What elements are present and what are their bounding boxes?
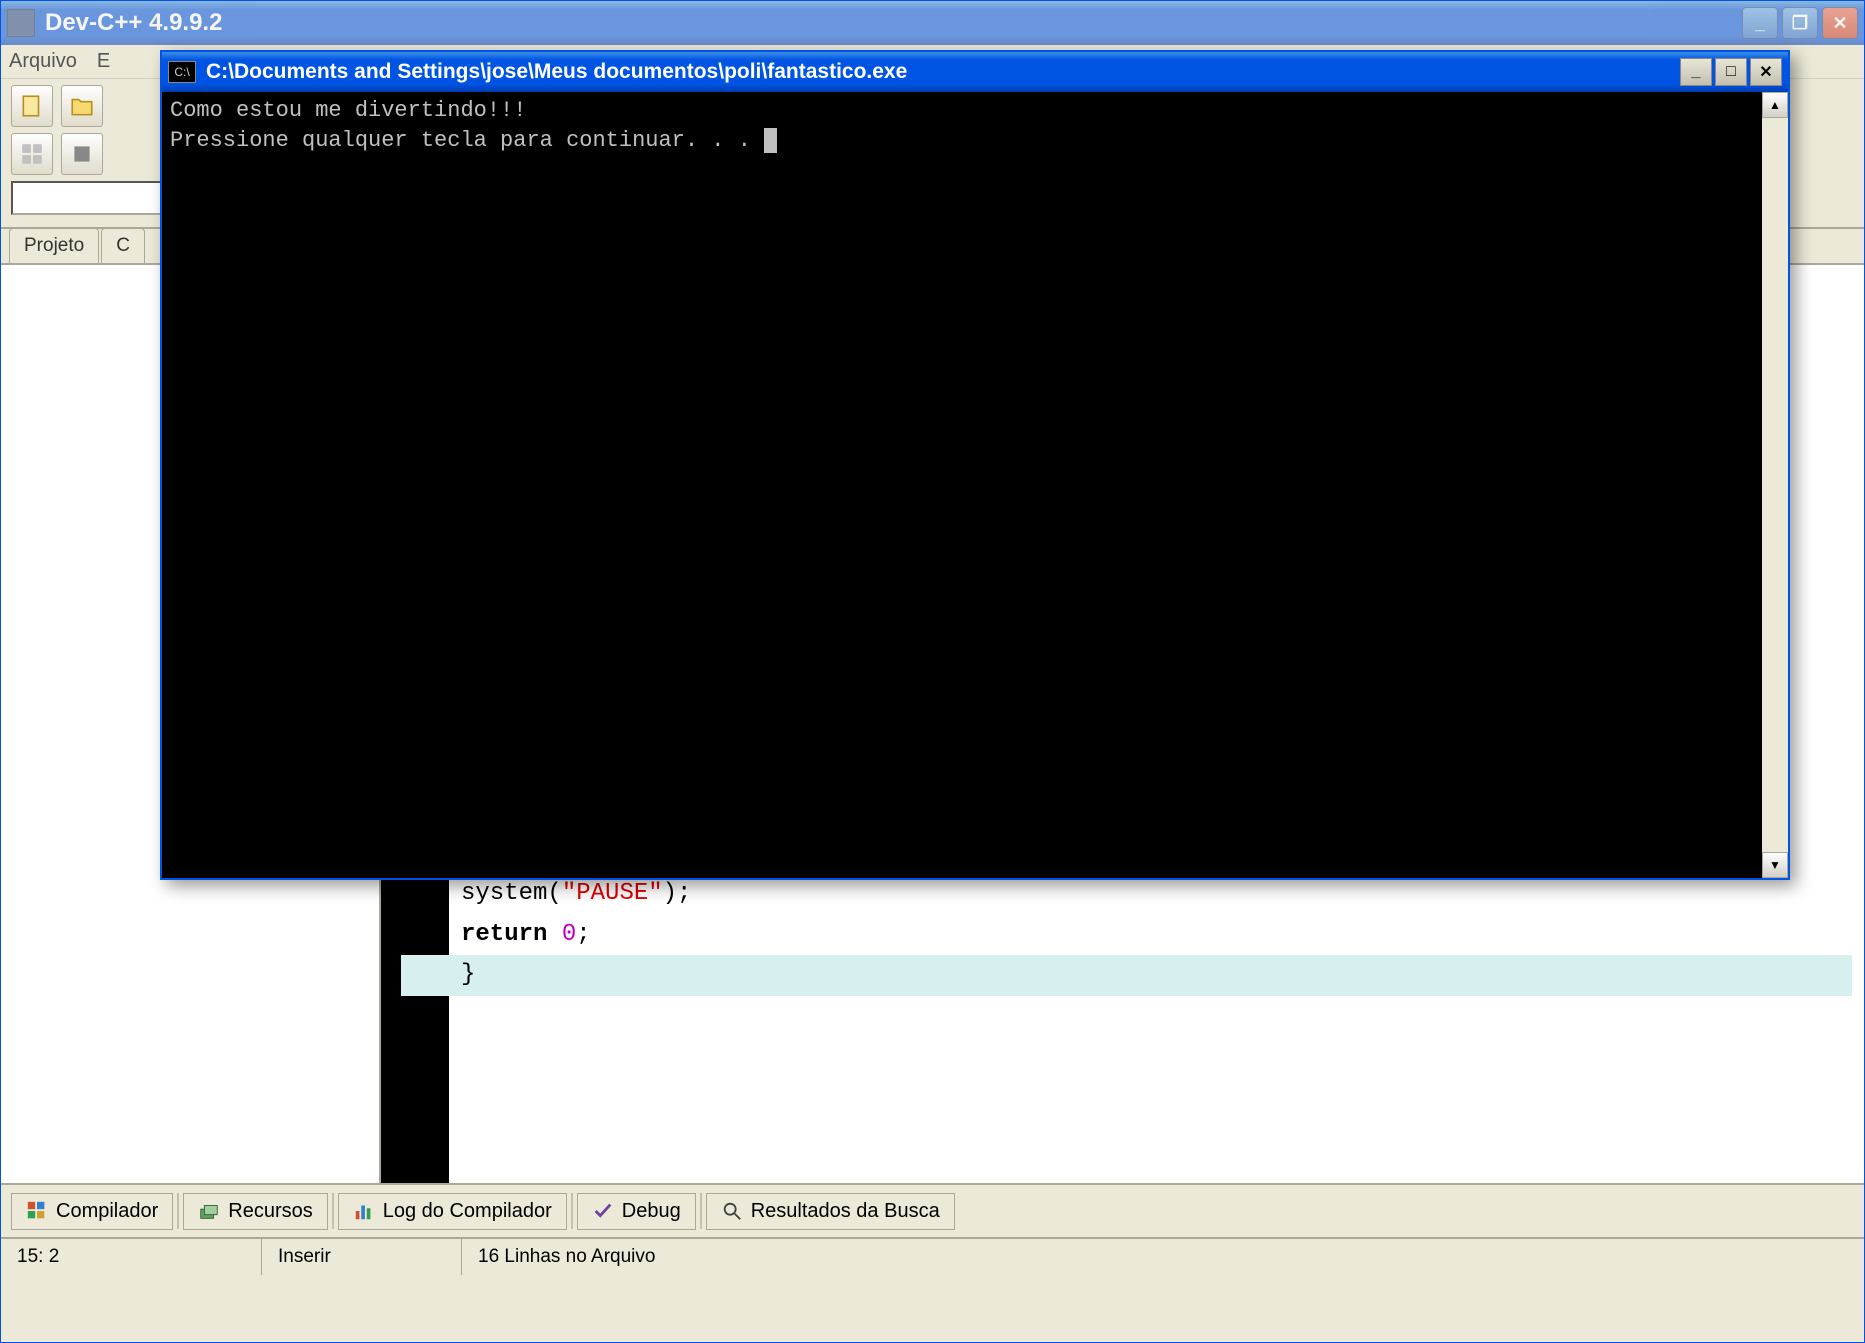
tab-recursos-label: Recursos xyxy=(228,1200,312,1223)
main-window-controls: _ ❐ ✕ xyxy=(1742,7,1858,39)
statusbar: 15: 2 Inserir 16 Linhas no Arquivo xyxy=(1,1239,1864,1275)
tab-busca-label: Resultados da Busca xyxy=(751,1200,940,1223)
minimize-button[interactable]: _ xyxy=(1742,7,1778,39)
console-close-button[interactable]: ✕ xyxy=(1750,58,1782,86)
grid-icon xyxy=(26,1200,48,1222)
menu-partial[interactable]: E xyxy=(97,50,110,73)
status-mode: Inserir xyxy=(261,1239,461,1275)
chart-icon xyxy=(353,1200,375,1222)
divider xyxy=(700,1193,702,1229)
tab-projeto[interactable]: Projeto xyxy=(9,228,99,263)
close-button[interactable]: ✕ xyxy=(1822,7,1858,39)
toolbar-stop-icon[interactable] xyxy=(61,133,103,175)
scroll-track[interactable] xyxy=(1762,118,1788,852)
toolbar-grid-icon[interactable] xyxy=(11,133,53,175)
cmd-icon: C:\ xyxy=(168,61,196,83)
code-line-brace: } xyxy=(401,955,1852,996)
console-scrollbar[interactable]: ▲ ▼ xyxy=(1762,92,1788,878)
maximize-button[interactable]: ❐ xyxy=(1782,7,1818,39)
divider xyxy=(332,1193,334,1229)
tab-recursos[interactable]: Recursos xyxy=(183,1193,327,1230)
code-line-return: return 0; xyxy=(461,915,1852,956)
menu-arquivo[interactable]: Arquivo xyxy=(9,50,77,73)
divider xyxy=(571,1193,573,1229)
console-titlebar[interactable]: C:\ C:\Documents and Settings\jose\Meus … xyxy=(162,52,1788,92)
main-title: Dev-C++ 4.9.9.2 xyxy=(45,9,1742,37)
main-titlebar: Dev-C++ 4.9.9.2 _ ❐ ✕ xyxy=(1,1,1864,45)
scroll-up-button[interactable]: ▲ xyxy=(1762,92,1788,118)
tab-debug[interactable]: Debug xyxy=(577,1193,696,1230)
status-position: 15: 2 xyxy=(1,1239,261,1275)
tab-compilador[interactable]: Compilador xyxy=(11,1193,173,1230)
console-window: C:\ C:\Documents and Settings\jose\Meus … xyxy=(160,50,1790,880)
app-icon xyxy=(7,9,35,37)
console-output[interactable]: Como estou me divertindo!!! Pressione qu… xyxy=(162,92,1762,878)
search-icon xyxy=(721,1200,743,1222)
bottom-tabs: Compilador Recursos Log do Compilador De… xyxy=(1,1185,1864,1239)
tab-log-label: Log do Compilador xyxy=(383,1200,552,1223)
tab-busca[interactable]: Resultados da Busca xyxy=(706,1193,955,1230)
tab-classes-partial[interactable]: C xyxy=(101,228,145,263)
console-body: Como estou me divertindo!!! Pressione qu… xyxy=(162,92,1788,878)
check-icon xyxy=(592,1200,614,1222)
toolbar-open-icon[interactable] xyxy=(61,85,103,127)
tab-log[interactable]: Log do Compilador xyxy=(338,1193,567,1230)
console-maximize-button[interactable]: □ xyxy=(1715,58,1747,86)
console-window-controls: _ □ ✕ xyxy=(1680,58,1782,86)
console-minimize-button[interactable]: _ xyxy=(1680,58,1712,86)
toolbar-new-icon[interactable] xyxy=(11,85,53,127)
scroll-down-button[interactable]: ▼ xyxy=(1762,852,1788,878)
layers-icon xyxy=(198,1200,220,1222)
status-lines: 16 Linhas no Arquivo xyxy=(461,1239,1864,1275)
console-title: C:\Documents and Settings\jose\Meus docu… xyxy=(206,60,1680,84)
divider xyxy=(177,1193,179,1229)
tab-compilador-label: Compilador xyxy=(56,1200,158,1223)
tab-debug-label: Debug xyxy=(622,1200,681,1223)
